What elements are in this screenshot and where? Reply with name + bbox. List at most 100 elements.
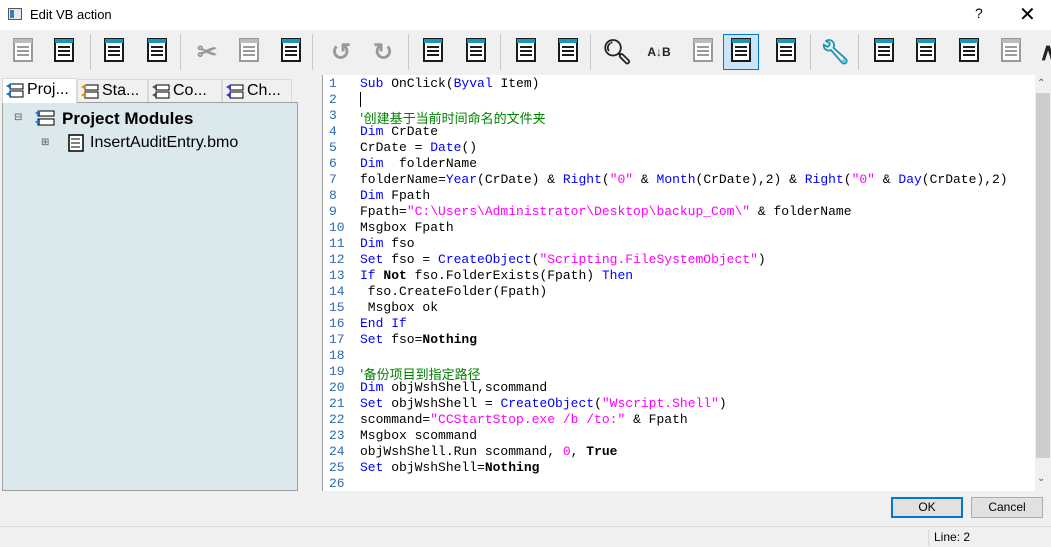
code-line[interactable]: End If	[360, 316, 407, 331]
constant: Not	[383, 268, 407, 283]
code-text: objWshShell =	[383, 396, 501, 411]
tree-item-module[interactable]: InsertAuditEntry.bmo	[90, 134, 238, 152]
object-tree-button[interactable]	[908, 34, 944, 70]
code-line[interactable]: Dim CrDate	[360, 124, 438, 139]
redo-button[interactable]: ↻	[365, 34, 401, 70]
find-button[interactable]: 🔍︎	[599, 34, 635, 70]
keyword: Dim	[360, 156, 384, 171]
keyword: Month	[656, 172, 696, 187]
close-button[interactable]: ✕	[1019, 2, 1036, 27]
expand-icon[interactable]: ⊞	[41, 137, 49, 148]
code-line[interactable]: Msgbox Fpath	[360, 220, 454, 235]
code-line[interactable]: Msgbox ok	[360, 300, 438, 315]
cut-button[interactable]: ✂	[189, 34, 225, 70]
code-text: )	[718, 396, 727, 411]
run-icon	[870, 36, 898, 69]
code-line[interactable]: objWshShell.Run scommand, 0, True	[360, 444, 617, 459]
status-bar: Line: 2	[0, 526, 1051, 547]
tab-co[interactable]: Co...	[148, 79, 222, 102]
print-preview-button[interactable]	[139, 34, 175, 70]
copy-button[interactable]	[231, 34, 267, 70]
title-bar: Edit VB action ? ✕	[0, 0, 1051, 30]
code-line[interactable]: Dim Fpath	[360, 188, 430, 203]
scroll-down-icon[interactable]: ⌄	[1037, 473, 1045, 484]
code-text: (CrDate),2)	[921, 172, 1008, 187]
print-button[interactable]	[96, 34, 132, 70]
code-editor[interactable]: 1 Sub OnClick(Byval Item) 2 3 '创建基于当前时间命名的文件…	[322, 75, 1051, 491]
find-next-button[interactable]	[685, 34, 721, 70]
line-number: 21	[329, 396, 345, 411]
code-line[interactable]: folderName=Year(CrDate) & Right("0" & Mo…	[360, 172, 1008, 187]
code-text: fso.CreateFolder(Fpath)	[360, 284, 548, 299]
vertical-scrollbar[interactable]: ⌃ ⌄	[1035, 75, 1051, 491]
code-line[interactable]: Sub OnClick(Byval Item)	[360, 76, 539, 91]
tree-root-project-modules[interactable]: Project Modules	[62, 109, 193, 129]
code-line[interactable]: Dim folderName	[360, 156, 477, 171]
toolbar: ✂ ↺ ↻ 🔍︎ A↓B 🔧︎ ∧	[0, 30, 1051, 75]
tab-ch[interactable]: Ch...	[222, 79, 292, 102]
line-numbers-button[interactable]	[723, 34, 759, 70]
redo-icon: ↻	[372, 38, 394, 66]
paste-button[interactable]	[273, 34, 309, 70]
code-line[interactable]: Dim objWshShell,scommand	[360, 380, 547, 395]
scroll-up-icon[interactable]: ⌃	[1037, 78, 1045, 89]
keyword: Set	[360, 252, 384, 267]
line-number: 2	[329, 92, 337, 107]
splitter[interactable]	[298, 75, 322, 491]
keyword: Date	[430, 140, 462, 155]
code-line[interactable]: Set fso=Nothing	[360, 332, 477, 347]
code-line[interactable]: CrDate = Date()	[360, 140, 477, 155]
code-line[interactable]: Set fso = CreateObject("Scripting.FileSy…	[360, 252, 766, 267]
properties-button[interactable]	[5, 34, 41, 70]
document-button[interactable]	[46, 34, 82, 70]
code-line[interactable]: Dim fso	[360, 236, 415, 251]
collapse-icon[interactable]: ⊟	[14, 112, 22, 123]
outdent-button[interactable]	[458, 34, 494, 70]
tab-proj[interactable]: Proj...	[2, 78, 77, 103]
code-line[interactable]: If Not fso.FolderExists(Fpath) Then	[360, 268, 633, 283]
code-line[interactable]: Msgbox scommand	[360, 428, 477, 443]
code-line[interactable]: Set objWshShell=Nothing	[360, 460, 539, 475]
code-text: folderName	[383, 156, 478, 171]
code-text: Msgbox scommand	[360, 428, 478, 443]
code-text: (CrDate),2) &	[695, 172, 805, 187]
code-text: Fpath	[383, 188, 431, 203]
cancel-button[interactable]: Cancel	[971, 497, 1043, 518]
replace-button[interactable]: A↓B	[641, 34, 677, 70]
ok-button[interactable]: OK	[891, 497, 963, 518]
pt-tree-button[interactable]	[993, 34, 1029, 70]
keyword: Dim	[360, 380, 384, 395]
code-line[interactable]: Set objWshShell = CreateObject("Wscript.…	[360, 396, 727, 411]
status-divider	[928, 530, 929, 546]
help-button[interactable]: ?	[975, 5, 983, 21]
run-button[interactable]	[866, 34, 902, 70]
keyword: Sub	[360, 76, 384, 91]
scroll-thumb[interactable]	[1036, 93, 1050, 458]
settings-wrench-button[interactable]: 🔧︎	[817, 34, 853, 70]
code-line[interactable]: scommand="CCStartStop.exe /b /to:" & Fpa…	[360, 412, 688, 427]
goto-line-button[interactable]	[768, 34, 804, 70]
keyword: Dim	[360, 124, 384, 139]
code-text: Fpath=	[360, 204, 407, 219]
comment-button[interactable]	[508, 34, 544, 70]
indent-button[interactable]	[415, 34, 451, 70]
code-text: ,	[570, 444, 587, 459]
uncomment-button[interactable]	[550, 34, 586, 70]
toolbar-separator	[90, 34, 91, 70]
code-text: objWshShell,scommand	[383, 380, 548, 395]
object-tree-code-button[interactable]	[951, 34, 987, 70]
tab-label: Proj...	[27, 81, 69, 98]
compass-button[interactable]: ∧	[1030, 34, 1051, 70]
tab-sta[interactable]: Sta...	[77, 79, 148, 102]
module-list-icon	[6, 83, 24, 98]
keyword: Set	[360, 332, 384, 347]
toolbar-separator	[500, 34, 501, 70]
string-literal: "Wscript.Shell"	[601, 396, 719, 411]
undo-button[interactable]: ↺	[323, 34, 359, 70]
comment-icon	[512, 36, 540, 69]
code-line[interactable]: Fpath="C:\Users\Administrator\Desktop\ba…	[360, 204, 852, 219]
document-icon	[50, 36, 78, 69]
code-line[interactable]: fso.CreateFolder(Fpath)	[360, 284, 547, 299]
project-tree: ⊟ Project Modules ⊞ InsertAuditEntry.bmo	[2, 102, 298, 491]
indent-icon	[419, 36, 447, 69]
